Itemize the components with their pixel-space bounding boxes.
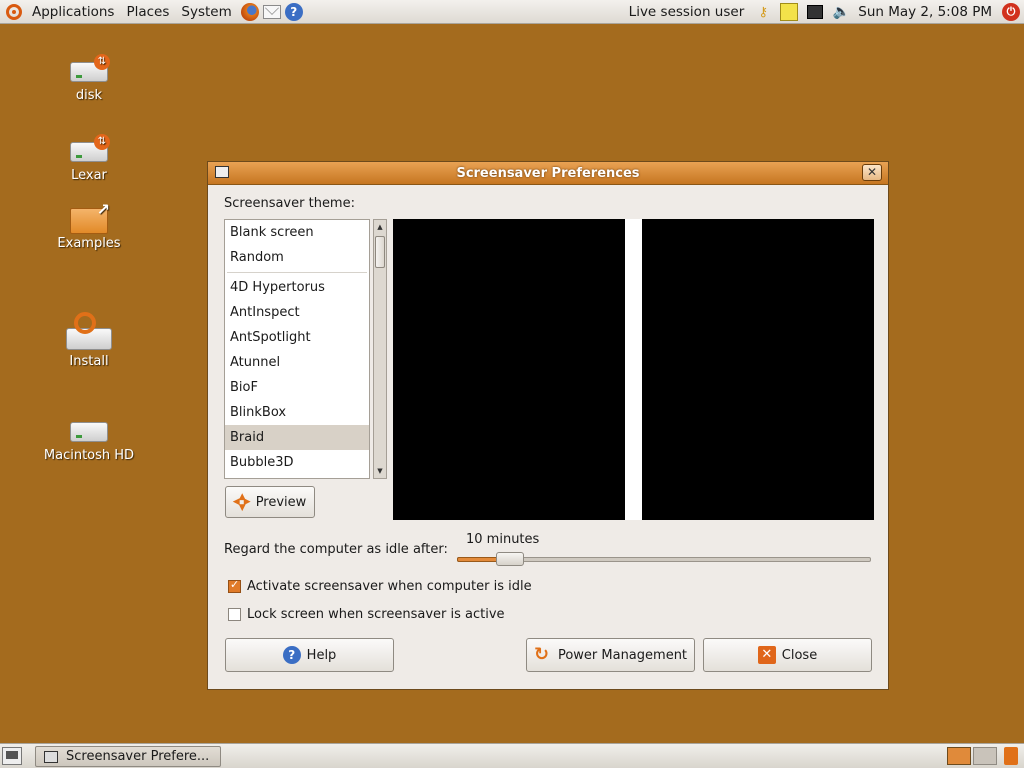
- mail-icon: [262, 4, 281, 19]
- desktop-icon-macintosh-hd[interactable]: Macintosh HD: [39, 414, 139, 463]
- install-icon: [66, 312, 112, 352]
- idle-value: 10 minutes: [466, 532, 540, 547]
- usb-drive-icon: ⇅: [68, 54, 110, 84]
- menu-system[interactable]: System: [175, 0, 237, 24]
- lock-label: Lock screen when screensaver is active: [247, 607, 505, 622]
- bottom-panel: Screensaver Prefere...: [0, 743, 1024, 768]
- trash-icon[interactable]: [1004, 747, 1018, 765]
- window-icon: [44, 750, 58, 763]
- help-icon: ?: [282, 646, 301, 664]
- theme-list-item[interactable]: Atunnel: [225, 350, 369, 375]
- help-icon: ?: [284, 2, 303, 21]
- lock-checkbox[interactable]: [228, 608, 241, 621]
- lock-row[interactable]: Lock screen when screensaver is active: [228, 607, 505, 622]
- help-button[interactable]: ? Help: [225, 638, 394, 672]
- shutdown-button[interactable]: ⏻: [1001, 2, 1021, 22]
- desktop-icon-install[interactable]: Install: [39, 312, 139, 369]
- help-launcher[interactable]: ?: [284, 2, 304, 22]
- menu-system-label: System: [181, 3, 232, 20]
- theme-list-item[interactable]: BioF: [225, 375, 369, 400]
- power-icon: ⏻: [1002, 3, 1020, 21]
- scrollbar-thumb[interactable]: [375, 236, 385, 268]
- power-management-button[interactable]: ↻ Power Management: [526, 638, 695, 672]
- top-panel: Applications Places System ? Live sessio…: [0, 0, 1024, 24]
- desktop-icon-disk[interactable]: ⇅ disk: [39, 54, 139, 103]
- ubuntu-logo-icon[interactable]: [6, 3, 22, 20]
- hard-drive-icon: [68, 414, 110, 444]
- dialog-title: Screensaver Preferences: [456, 165, 640, 181]
- notes-icon: [780, 3, 799, 21]
- top-right-tray: Live session user ⚷ 🔈 Sun May 2, 5:08 PM…: [629, 0, 1024, 24]
- folder-link-icon: ↗: [68, 200, 110, 234]
- idle-slider-thumb[interactable]: [496, 552, 524, 566]
- activate-checkbox[interactable]: [228, 578, 241, 593]
- fullscreen-preview-icon: ▲ ▼ ◀ ▶: [232, 492, 251, 513]
- theme-list-item[interactable]: Bubble3D: [225, 450, 369, 475]
- close-icon[interactable]: ✕: [862, 164, 882, 181]
- list-separator: [227, 272, 367, 273]
- taskbar-item-screensaver[interactable]: Screensaver Prefere...: [35, 746, 221, 767]
- preview-button-label: Preview: [255, 494, 307, 510]
- dialog-titlebar[interactable]: Screensaver Preferences ✕: [208, 162, 888, 185]
- theme-list-item[interactable]: Random: [225, 245, 369, 270]
- help-button-label: Help: [306, 647, 337, 663]
- keyring-icon[interactable]: ⚷: [753, 2, 773, 22]
- window-menu-icon[interactable]: [215, 166, 229, 178]
- usb-drive-icon: ⇅: [68, 134, 110, 164]
- taskbar-item-label: Screensaver Prefere...: [66, 749, 210, 764]
- activate-row[interactable]: Activate screensaver when computer is id…: [228, 578, 532, 594]
- clock[interactable]: Sun May 2, 5:08 PM: [858, 4, 992, 20]
- theme-list-scrollbar[interactable]: ▲ ▼: [373, 219, 387, 479]
- desktop-icon-lexar[interactable]: ⇅ Lexar: [39, 134, 139, 183]
- network-icon: [807, 5, 824, 19]
- close-icon: ✕: [757, 646, 776, 664]
- preview-button[interactable]: ▲ ▼ ◀ ▶ Preview: [225, 486, 315, 518]
- menu-applications[interactable]: Applications: [26, 0, 120, 24]
- scroll-down-icon[interactable]: ▼: [374, 464, 386, 478]
- network-applet[interactable]: [805, 2, 825, 22]
- desktop-icon-examples[interactable]: ↗ Examples: [39, 200, 139, 251]
- workspace-1[interactable]: [947, 747, 971, 765]
- menu-places[interactable]: Places: [120, 0, 175, 24]
- show-desktop-icon[interactable]: [2, 747, 22, 765]
- theme-list-item[interactable]: 4D Hypertorus: [225, 275, 369, 300]
- idle-slider[interactable]: [457, 552, 871, 566]
- desktop-icon-label: Lexar: [71, 168, 107, 183]
- menu-places-label: Places: [126, 3, 170, 20]
- firefox-icon: [240, 2, 259, 21]
- desktop-icon-label: Examples: [57, 236, 121, 251]
- desktop-icon-label: disk: [75, 88, 103, 103]
- theme-label: Screensaver theme:: [224, 196, 355, 211]
- preview-divider: [625, 219, 642, 520]
- mail-launcher[interactable]: [262, 2, 282, 22]
- volume-icon[interactable]: 🔈: [831, 2, 851, 22]
- theme-list-item[interactable]: AntInspect: [225, 300, 369, 325]
- power-management-label: Power Management: [557, 647, 688, 663]
- theme-list-item[interactable]: Blank screen: [225, 220, 369, 245]
- workspace-2[interactable]: [973, 747, 997, 765]
- idle-label: Regard the computer as idle after:: [224, 542, 448, 557]
- screensaver-dialog: Screensaver Preferences ✕ Screensaver th…: [207, 161, 889, 690]
- scroll-up-icon[interactable]: ▲: [374, 220, 386, 234]
- session-user-label[interactable]: Live session user: [629, 4, 745, 20]
- menu-applications-label: Applications: [32, 3, 115, 20]
- power-management-icon: ↻: [533, 644, 550, 665]
- theme-list-item[interactable]: BlinkBox: [225, 400, 369, 425]
- activate-label: Activate screensaver when computer is id…: [247, 579, 532, 594]
- close-button-label: Close: [781, 647, 818, 663]
- close-button[interactable]: ✕ Close: [703, 638, 872, 672]
- desktop-icon-label: Install: [69, 354, 109, 369]
- theme-list-item[interactable]: AntSpotlight: [225, 325, 369, 350]
- theme-list-item-selected[interactable]: Braid: [225, 425, 369, 450]
- desktop-icon-label: Macintosh HD: [43, 448, 135, 463]
- theme-list[interactable]: Blank screen Random 4D Hypertorus AntIns…: [224, 219, 370, 479]
- notes-applet[interactable]: [779, 2, 799, 22]
- firefox-launcher[interactable]: [240, 2, 260, 22]
